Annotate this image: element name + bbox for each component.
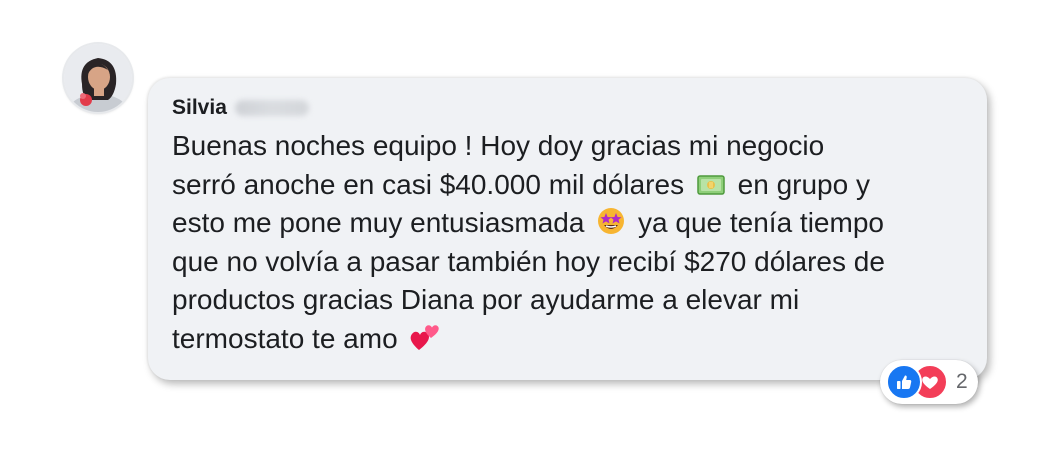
comment-line: que no volvía a pasar también hoy recibí… (172, 245, 885, 277)
avatar[interactable] (64, 44, 132, 112)
comment-line: esto me pone muy entusiasmada ya que ten… (172, 206, 884, 238)
star-struck-emoji (596, 206, 626, 236)
like-icon (886, 364, 922, 400)
comment-bubble: Silvia Buenas noches equipo ! Hoy doy gr… (148, 78, 987, 380)
comment-author[interactable]: Silvia (172, 96, 309, 120)
comment-line: Buenas noches equipo ! Hoy doy gracias m… (172, 130, 825, 161)
comment-line: termostato te amo (172, 320, 962, 359)
money-bill-emoji (696, 172, 726, 198)
reactions-summary[interactable]: 2 (880, 360, 978, 404)
two-hearts-emoji (409, 322, 441, 352)
author-name[interactable]: Silvia (172, 96, 227, 120)
comment-line: serró anoche en casi $40.000 mil dólares… (172, 168, 870, 200)
reaction-count: 2 (956, 370, 968, 393)
comment-line: productos gracias Diana por ayudarme a e… (172, 284, 800, 315)
author-surname-blurred (234, 100, 309, 116)
comment-text: Buenas noches equipo ! Hoy doy gracias m… (172, 127, 962, 358)
